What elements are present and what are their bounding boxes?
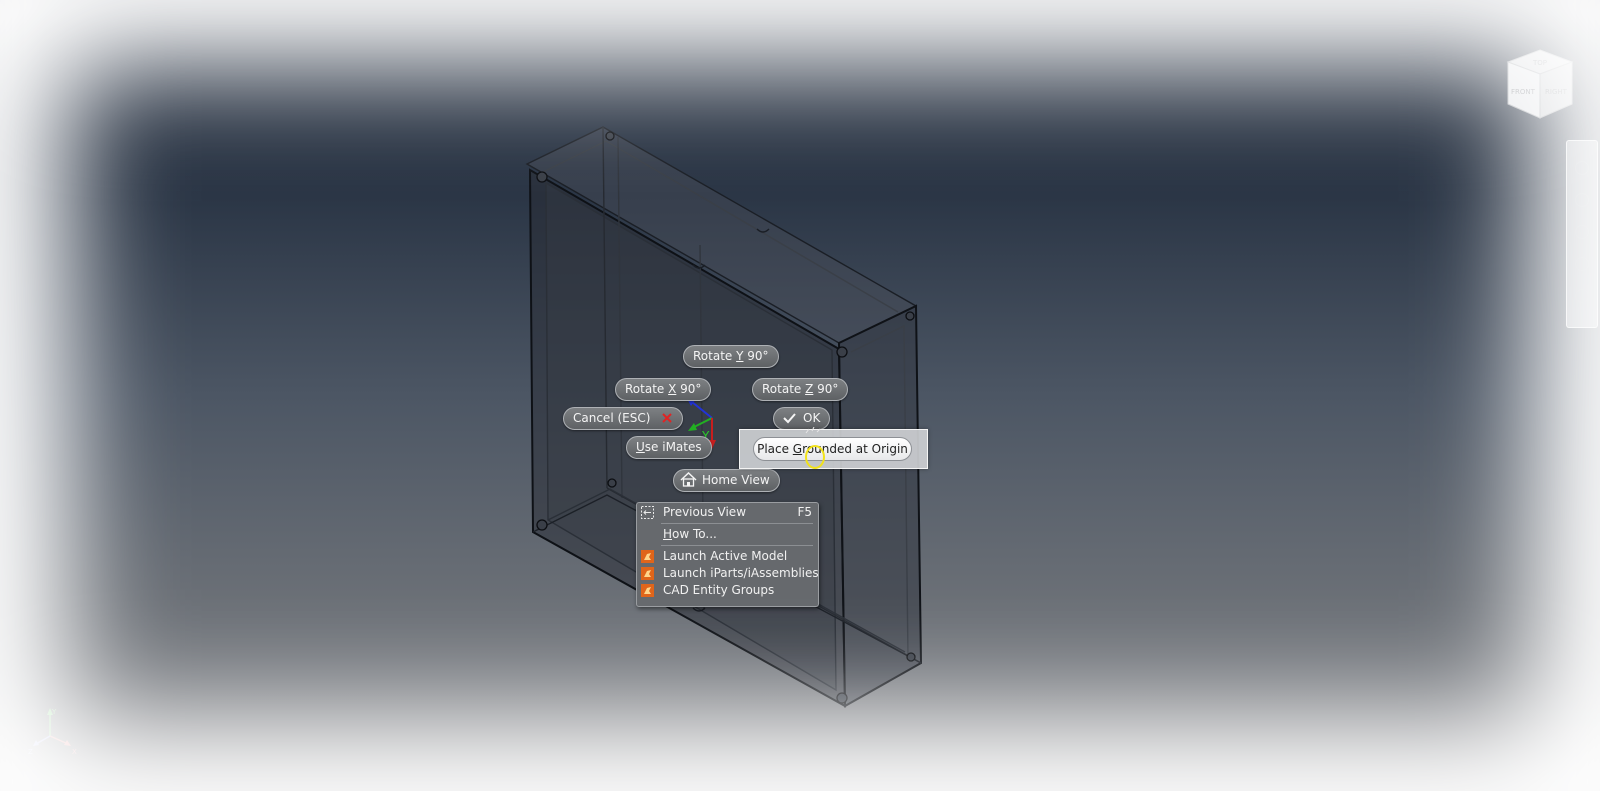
menu-item-how-to[interactable]: How To... xyxy=(637,526,818,543)
how-to-rest: ow To... xyxy=(672,527,717,541)
close-icon xyxy=(662,412,672,423)
cad-entity-groups-label: CAD Entity Groups xyxy=(663,583,775,597)
menu-item-launch-active-model[interactable]: Launch Active Model xyxy=(637,548,818,565)
previous-view-label: Previous View xyxy=(663,505,747,519)
place-grounded-button[interactable]: Place Grounded at Origin xyxy=(753,437,912,461)
rotate-y-suffix: 90° xyxy=(743,349,769,363)
context-menu: Previous View F5 How To... Launch Active… xyxy=(636,502,819,607)
cursor-highlight-icon xyxy=(805,427,825,469)
launch-iparts-label: Launch iParts/iAssemblies xyxy=(663,566,819,580)
cancel-label: Cancel (ESC) xyxy=(573,411,651,425)
place-grounded-highlight: Place Grounded at Origin xyxy=(739,429,928,469)
triad-y-label: Y xyxy=(51,708,57,716)
look-at-icon[interactable] xyxy=(1575,289,1589,303)
viewcube-right-label[interactable]: RIGHT xyxy=(1545,88,1568,96)
how-to-key: H xyxy=(663,527,673,541)
previous-view-shortcut: F5 xyxy=(797,505,812,519)
use-imates-button[interactable]: Use iMates xyxy=(626,436,712,459)
viewcube-top-label[interactable]: TOP xyxy=(1532,59,1547,67)
menu-separator xyxy=(661,545,813,546)
home-icon xyxy=(680,472,697,487)
rotate-y-text: Rotate xyxy=(693,349,737,363)
cancel-button[interactable]: Cancel (ESC) xyxy=(563,407,684,430)
use-imates-key: U xyxy=(636,440,645,454)
pan-icon[interactable] xyxy=(1575,193,1589,207)
addin-icon xyxy=(641,584,654,597)
rotate-x-text: Rotate xyxy=(625,382,669,396)
launch-active-model-label: Launch Active Model xyxy=(663,549,788,563)
axis-triad-icon: Y X Z xyxy=(28,708,77,756)
previous-view-icon xyxy=(641,506,654,519)
menu-separator xyxy=(661,523,813,524)
menu-item-launch-iparts[interactable]: Launch iParts/iAssemblies xyxy=(637,565,819,582)
menu-item-previous-view[interactable]: Previous View F5 xyxy=(637,504,818,521)
home-view-label: Home View xyxy=(702,473,770,487)
use-imates-label: se iMates xyxy=(644,440,702,454)
place-grounded-key: G xyxy=(792,442,803,456)
rotate-y-button[interactable]: Rotate Y 90° xyxy=(683,345,779,368)
ok-label: OK xyxy=(803,411,821,425)
steering-wheel-icon[interactable] xyxy=(1575,161,1589,175)
check-icon xyxy=(783,412,796,423)
addin-icon xyxy=(641,567,654,580)
addin-icon xyxy=(641,550,654,563)
triad-z-label: Z xyxy=(28,748,33,756)
triad-x-label: X xyxy=(72,748,77,756)
place-grounded-text: Place xyxy=(757,442,793,456)
viewcube-front-label[interactable]: FRONT xyxy=(1511,88,1536,96)
rotate-z-text: Rotate xyxy=(762,382,806,396)
viewcube[interactable]: TOP FRONT RIGHT xyxy=(1500,44,1580,124)
rotate-z-suffix: 90° xyxy=(813,382,839,396)
rotate-x-button[interactable]: Rotate X 90° xyxy=(615,378,712,401)
rotate-x-suffix: 90° xyxy=(676,382,702,396)
rotate-z-button[interactable]: Rotate Z 90° xyxy=(752,378,849,401)
navigation-bar[interactable] xyxy=(1566,140,1598,328)
menu-item-cad-entity-groups[interactable]: CAD Entity Groups xyxy=(637,582,818,599)
orbit-icon[interactable] xyxy=(1575,257,1589,271)
how-to-label: How To... xyxy=(663,526,717,543)
zoom-icon[interactable] xyxy=(1575,225,1589,239)
home-view-button[interactable]: Home View xyxy=(673,469,780,492)
